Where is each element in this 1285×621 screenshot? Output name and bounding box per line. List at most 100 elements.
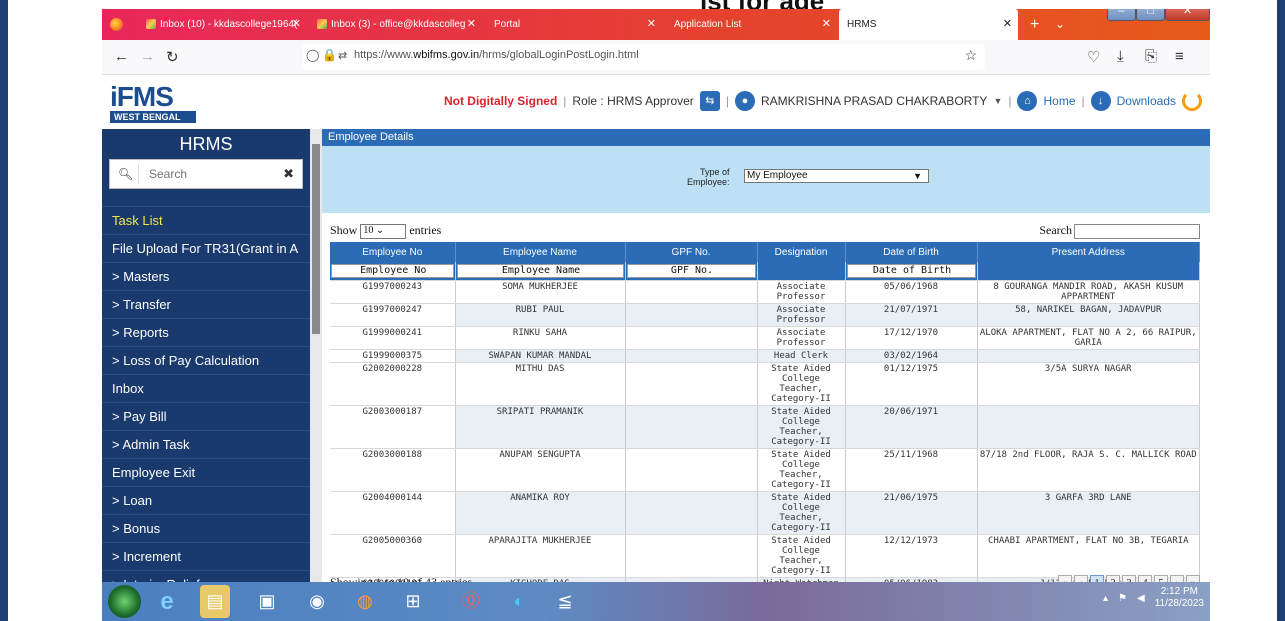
cell-gpf-no [625,326,758,350]
flag-icon[interactable]: ⚑ [1118,593,1127,604]
table-row[interactable]: G1997000243 SOMA MUKHERJEE Associate Profe… [330,280,1200,304]
lock-icon[interactable]: 🔒 [322,48,337,62]
filter-gpf-no[interactable]: GPF No. [626,264,756,278]
logout-icon[interactable] [1182,91,1202,111]
sidebar-item-inbox[interactable]: Inbox [102,374,310,402]
table-row[interactable]: G1999000375 SWAPAN KUMAR MANDAL Head Clerk… [330,349,1200,363]
sidebar-item-employee-exit[interactable]: Employee Exit [102,458,310,486]
close-icon[interactable]: ✕ [822,9,831,40]
close-icon[interactable]: ✕ [292,9,301,40]
col-date-of-birth[interactable]: Date of Birth [845,242,978,262]
sidebar-item-task-list[interactable]: Task List [102,206,310,234]
col-gpf-no[interactable]: GPF No. [625,242,758,262]
minimize-button[interactable]: – [1107,9,1136,21]
employee-type-select[interactable]: My Employee ▼ [744,169,929,183]
ie-icon[interactable]: e [148,585,186,618]
menu-icon[interactable]: ≡ [1175,48,1184,65]
edge-icon[interactable]: ◐ [500,585,538,618]
col-employee-name[interactable]: Employee Name [455,242,626,262]
new-tab-button[interactable]: + [1030,9,1039,40]
bookmark-star-icon[interactable]: ☆ [964,47,977,64]
tab-application-list[interactable]: Application List ✕ [662,9,837,40]
table-row[interactable]: G2003000187 SRIPATI PRAMANIK State Aided C… [330,405,1200,449]
volume-icon[interactable]: ◀ [1137,593,1145,604]
filter-employee-name[interactable]: Employee Name [456,264,624,278]
network-icon[interactable]: ⊞ [394,585,432,618]
table-row[interactable]: G2005000360 APARAJITA MUKHERJEE State Aide… [330,534,1200,578]
shield-icon[interactable]: ◯ [306,48,319,62]
firefox-icon[interactable] [110,18,123,31]
cell-gpf-no [625,448,758,492]
sidebar-item-loan[interactable]: > Loan [102,486,310,514]
tab-portal[interactable]: Portal ✕ [482,9,662,40]
cell-designation: Associate Professor [757,326,846,350]
maximize-button[interactable]: □ [1135,9,1165,21]
explorer-icon[interactable]: ▤ [200,585,230,618]
tab-list-button[interactable]: ⌄ [1055,9,1065,40]
downloads-link[interactable]: Downloads [1117,94,1176,108]
table-body: G1997000243 SOMA MUKHERJEE Associate Profe… [330,280,1200,591]
sidebar-search-input[interactable] [138,164,278,184]
home-icon[interactable]: ⌂ [1017,91,1038,111]
sidebar-scrollbar[interactable] [310,129,322,591]
table-row[interactable]: G1997000247 RUBI PAUL Associate Professor 2… [330,303,1200,327]
user-name[interactable]: RAMKRISHNA PRASAD CHAKRABORTY [761,94,988,108]
opera-icon[interactable]: ⓪ [452,585,490,618]
sidebar-item-loss-of-pay[interactable]: > Loss of Pay Calculation [102,346,310,374]
close-icon[interactable]: ✕ [1003,9,1012,40]
filter-employee-no[interactable]: Employee No [331,264,454,278]
col-employee-no[interactable]: Employee No [330,242,456,262]
sidebar-item-bonus[interactable]: > Bonus [102,514,310,542]
sidebar-item-reports[interactable]: > Reports [102,318,310,346]
forward-icon[interactable]: → [140,48,155,65]
extensions-icon[interactable]: ⎘ [1145,48,1157,65]
close-icon[interactable]: ✕ [467,9,476,40]
chevron-down-icon[interactable]: ▼ [993,96,1002,106]
sidebar-item-increment[interactable]: > Increment [102,542,310,570]
media-icon[interactable]: ▣ [248,585,286,618]
table-row[interactable]: G2003000188 ANUPAM SENGUPTA State Aided Co… [330,448,1200,492]
cell-employee-name: APARAJITA MUKHERJEE [455,534,626,578]
url-text[interactable]: https://www.wbifms.gov.in/hrms/globalLog… [354,49,639,61]
col-present-address[interactable]: Present Address [977,242,1200,262]
address-bar[interactable]: ◯ 🔒 ⇄ https://www.wbifms.gov.in/hrms/glo… [302,44,985,70]
switch-role-icon[interactable]: ⇆ [699,91,720,111]
sidebar-item-admin-task[interactable]: > Admin Task [102,430,310,458]
reload-icon[interactable]: ↻ [166,48,179,66]
sidebar-item-masters[interactable]: > Masters [102,262,310,290]
ifms-logo[interactable]: iFMS WEST BENGAL [110,81,196,123]
taskbar: e ▤ ▣ ◉ ◍ ⊞ ⓪ ◐ ≦ ▴ ⚑ ◀ 2:12 PM 11/28/202… [102,582,1210,621]
firefox-taskbar-icon[interactable]: ◍ [346,585,384,618]
home-link[interactable]: Home [1043,94,1075,108]
cell-present-address: 3/5A SURYA NAGAR [977,362,1200,406]
table-row[interactable]: G2004000144 ANAMIKA ROY State Aided Colleg… [330,491,1200,535]
back-icon[interactable]: ← [114,48,129,65]
table-search-input[interactable] [1074,223,1200,239]
table-row[interactable]: G1999000241 RINKU SAHA Associate Professor… [330,326,1200,350]
close-window-button[interactable]: ✕ [1164,9,1210,21]
start-button[interactable] [108,585,141,618]
close-icon[interactable]: ✕ [647,9,656,40]
tab-inbox-kkdascollege[interactable]: Inbox (10) - kkdascollege1964(✕ [132,9,307,40]
clock[interactable]: 2:12 PM 11/28/2023 [1155,586,1204,610]
tray-expand-icon[interactable]: ▴ [1103,593,1108,604]
draw-icon[interactable]: ≦ [546,585,584,618]
sidebar-item-file-upload[interactable]: File Upload For TR31(Grant in A [102,234,310,262]
tab-hrms[interactable]: HRMS ✕ [839,9,1018,40]
permissions-icon[interactable]: ⇄ [338,49,347,62]
scrollbar-thumb[interactable] [312,144,320,334]
tab-inbox-office[interactable]: Inbox (3) - office@kkdascolleg ✕ [307,9,482,40]
table-row[interactable]: G2002000228 MITHU DAS State Aided College … [330,362,1200,406]
sidebar-item-transfer[interactable]: > Transfer [102,290,310,318]
downloads-icon[interactable]: ↓ [1090,91,1111,111]
chrome-icon[interactable]: ◉ [298,585,336,618]
filter-date-of-birth[interactable]: Date of Birth [846,264,976,278]
col-designation[interactable]: Designation [757,242,846,262]
sidebar: HRMS 🔍︎ ✖ Task List File Upload For TR31… [102,129,310,591]
page-size-select[interactable]: 10 ⌄ [360,223,407,239]
sidebar-item-pay-bill[interactable]: > Pay Bill [102,402,310,430]
pocket-icon[interactable]: ♡ [1087,48,1100,66]
cell-date-of-birth: 17/12/1970 [845,326,978,350]
clear-icon[interactable]: ✖ [283,166,294,182]
download-icon[interactable]: ⤓ [1117,48,1124,65]
